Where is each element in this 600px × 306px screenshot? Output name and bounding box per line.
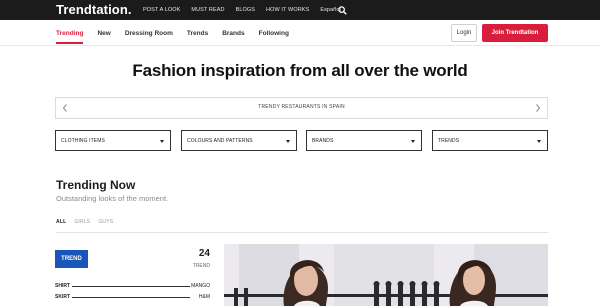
- section-title: Trending Now: [56, 178, 136, 192]
- section-divider: [56, 232, 548, 233]
- item-brand[interactable]: H&M: [199, 294, 210, 300]
- trend-count: 24: [198, 248, 210, 259]
- nav-post-a-look[interactable]: POST A LOOK: [143, 7, 180, 13]
- select-label: CLOTHING ITEMS: [61, 138, 105, 144]
- item-name: SHIRT: [55, 283, 70, 289]
- tab-new[interactable]: New: [97, 30, 110, 37]
- tab-following[interactable]: Following: [259, 30, 289, 37]
- login-button[interactable]: Login: [451, 24, 477, 42]
- caret-down-icon: [160, 140, 164, 143]
- main-tabs: Trending New Dressing Room Trends Brands…: [56, 20, 303, 46]
- look-photo-image: [224, 244, 548, 306]
- filter-bar: CLOTHING ITEMS COLOURS AND PATTERNS BRAN…: [55, 130, 548, 151]
- brands-select[interactable]: BRANDS: [306, 130, 422, 151]
- select-label: COLOURS AND PATTERNS: [187, 138, 253, 144]
- section-subtitle: Outstanding looks of the moment.: [56, 194, 169, 203]
- clothing-items-select[interactable]: CLOTHING ITEMS: [55, 130, 171, 151]
- colours-patterns-select[interactable]: COLOURS AND PATTERNS: [181, 130, 297, 151]
- filter-tab-girls[interactable]: GIRLS: [74, 219, 90, 225]
- look-item-row[interactable]: SHIRT MANGO: [55, 283, 210, 291]
- trends-select[interactable]: TRENDS: [432, 130, 548, 151]
- chevron-right-icon[interactable]: [533, 103, 543, 113]
- select-label: TRENDS: [438, 138, 460, 144]
- filter-tab-all[interactable]: ALL: [56, 219, 66, 225]
- caret-down-icon: [411, 140, 415, 143]
- row-divider: [72, 286, 190, 287]
- item-name: SKIRT: [55, 294, 70, 300]
- topic-carousel: TRENDY RESTAURANTS IN SPAIN: [55, 97, 548, 119]
- tab-trending[interactable]: Trending: [56, 30, 84, 44]
- item-brand[interactable]: MANGO: [191, 283, 210, 289]
- nav-must-read[interactable]: MUST READ: [191, 7, 224, 13]
- sub-nav: Trending New Dressing Room Trends Brands…: [0, 20, 600, 46]
- caret-down-icon: [537, 140, 541, 143]
- look-item-row[interactable]: SKIRT H&M: [55, 294, 210, 302]
- top-nav: POST A LOOK MUST READ BLOGS HOW IT WORKS…: [143, 0, 352, 20]
- select-label: BRANDS: [312, 138, 334, 144]
- trend-card: TREND 24 TREND SHIRT MANGO SKIRT H&M: [55, 244, 215, 306]
- search-icon[interactable]: [338, 6, 347, 15]
- nav-blogs[interactable]: BLOGS: [236, 7, 255, 13]
- filter-tab-guys[interactable]: GUYS: [98, 219, 113, 225]
- join-button[interactable]: Join Trendtation: [482, 24, 548, 42]
- tab-dressing-room[interactable]: Dressing Room: [125, 30, 173, 37]
- gender-filter-tabs: ALL GIRLS GUYS: [56, 219, 121, 225]
- tab-brands[interactable]: Brands: [222, 30, 244, 37]
- trend-count-label: TREND: [192, 263, 210, 269]
- row-divider: [72, 297, 190, 298]
- tab-trends[interactable]: Trends: [187, 30, 208, 37]
- trend-badge[interactable]: TREND: [55, 250, 88, 268]
- nav-how-it-works[interactable]: HOW IT WORKS: [266, 7, 309, 13]
- site-logo[interactable]: Trendtation.: [56, 2, 132, 17]
- look-photo[interactable]: [224, 244, 548, 306]
- top-bar: Trendtation. POST A LOOK MUST READ BLOGS…: [0, 0, 600, 20]
- carousel-label[interactable]: TRENDY RESTAURANTS IN SPAIN: [56, 104, 547, 110]
- caret-down-icon: [286, 140, 290, 143]
- page-title: Fashion inspiration from all over the wo…: [132, 61, 468, 80]
